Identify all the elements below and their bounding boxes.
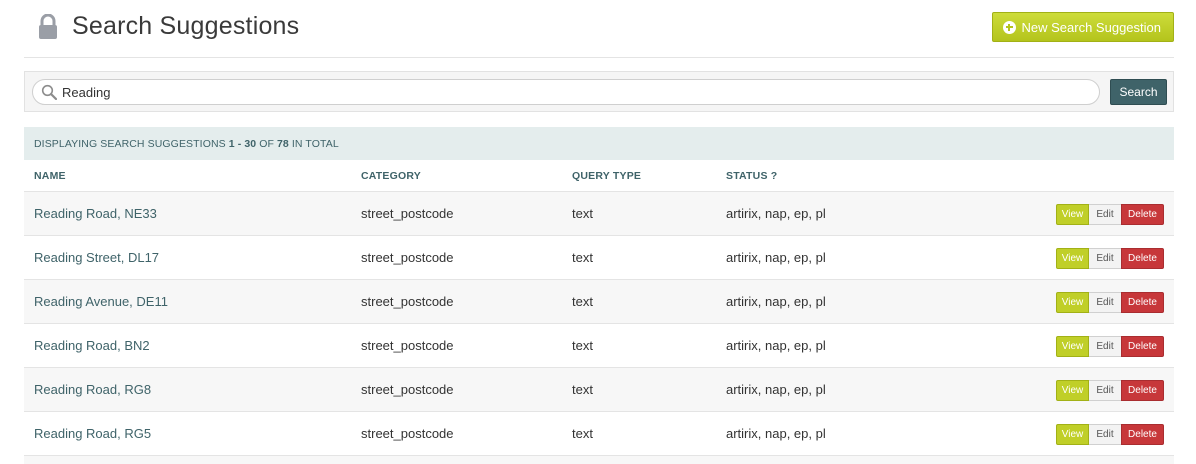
row-status: artirix, nap, ep, pl [726,206,826,221]
delete-button[interactable]: Delete [1121,336,1164,357]
table-body: Reading Road, NE33 street_postcode text … [24,192,1174,464]
search-bar: Search [24,71,1174,112]
row-category: street_postcode [361,250,454,265]
row-name-link[interactable]: Reading Road, RG8 [34,382,151,397]
row-status: artirix, nap, ep, pl [726,294,826,309]
column-header-category[interactable]: CATEGORY [361,170,421,182]
summary-of: OF [259,137,274,150]
row-status: artirix, nap, ep, pl [726,426,826,441]
column-header-query-type[interactable]: QUERY TYPE [572,170,641,182]
row-query-type: text [572,426,593,441]
table-row: Reading Road, RG5 street_postcode text a… [24,412,1174,456]
view-button[interactable]: View [1056,336,1089,357]
column-header-status[interactable]: STATUS ? [726,170,777,182]
row-status: artirix, nap, ep, pl [726,382,826,397]
row-query-type: text [572,250,593,265]
search-field[interactable] [32,79,1100,105]
edit-button[interactable]: Edit [1089,336,1121,357]
row-name-link[interactable]: Reading Street, DL17 [34,250,159,265]
page-title: Search Suggestions [72,12,300,40]
delete-button[interactable]: Delete [1121,292,1164,313]
row-category: street_postcode [361,382,454,397]
row-status: artirix, nap, ep, pl [726,250,826,265]
row-actions: View Edit Delete [1056,292,1164,313]
row-name-link[interactable]: Reading Road, NE33 [34,206,157,221]
view-button[interactable]: View [1056,292,1089,313]
new-search-suggestion-label: New Search Suggestion [1021,19,1161,35]
delete-button[interactable]: Delete [1121,424,1164,445]
row-category: street_postcode [361,338,454,353]
summary-range: 1 - 30 [228,137,257,150]
row-status: artirix, nap, ep, pl [726,338,826,353]
row-actions: View Edit Delete [1056,336,1164,357]
search-icon [41,84,57,100]
edit-button[interactable]: Edit [1089,380,1121,401]
summary-suffix: IN TOTAL [291,137,339,150]
edit-button[interactable]: Edit [1089,424,1121,445]
view-button[interactable]: View [1056,424,1089,445]
plus-circle-icon [1002,20,1016,34]
row-name-link[interactable]: Reading Road, BN2 [34,338,150,353]
new-search-suggestion-button[interactable]: New Search Suggestion [991,12,1174,42]
lock-icon [39,14,57,39]
row-name-link[interactable]: Reading Avenue, DE11 [34,294,168,309]
table-row: Reading Road, RG8 street_postcode text a… [24,368,1174,412]
table-row: Reading Road, NE33 street_postcode text … [24,192,1174,236]
table-row: Reading Road, BN2 street_postcode text a… [24,324,1174,368]
row-category: street_postcode [361,294,454,309]
edit-button[interactable]: Edit [1089,204,1121,225]
results-summary: DISPLAYING SEARCH SUGGESTIONS 1 - 30 OF … [24,127,1174,160]
row-query-type: text [572,338,593,353]
row-actions: View Edit Delete [1056,204,1164,225]
page-header: Search Suggestions New Search Suggestion [24,0,1174,58]
table-row: Reading Street, DL17 street_postcode tex… [24,236,1174,280]
delete-button[interactable]: Delete [1121,204,1164,225]
row-category: street_postcode [361,426,454,441]
search-input[interactable] [62,83,1092,101]
table-header: NAME CATEGORY QUERY TYPE STATUS ? [24,160,1174,192]
summary-total: 78 [276,137,289,150]
row-query-type: text [572,382,593,397]
table-row: Reading Avenue, DE11 street_postcode tex… [24,280,1174,324]
row-category: street_postcode [361,206,454,221]
edit-button[interactable]: Edit [1089,292,1121,313]
delete-button[interactable]: Delete [1121,380,1164,401]
view-button[interactable]: View [1056,380,1089,401]
edit-button[interactable]: Edit [1089,248,1121,269]
row-actions: View Edit Delete [1056,424,1164,445]
row-actions: View Edit Delete [1056,380,1164,401]
row-query-type: text [572,206,593,221]
delete-button[interactable]: Delete [1121,248,1164,269]
view-button[interactable]: View [1056,204,1089,225]
search-button[interactable]: Search [1110,79,1167,105]
row-query-type: text [572,294,593,309]
view-button[interactable]: View [1056,248,1089,269]
row-actions: View Edit Delete [1056,248,1164,269]
row-name-link[interactable]: Reading Road, RG5 [34,426,151,441]
column-header-name[interactable]: NAME [34,170,66,182]
summary-prefix: DISPLAYING SEARCH SUGGESTIONS [34,137,226,150]
